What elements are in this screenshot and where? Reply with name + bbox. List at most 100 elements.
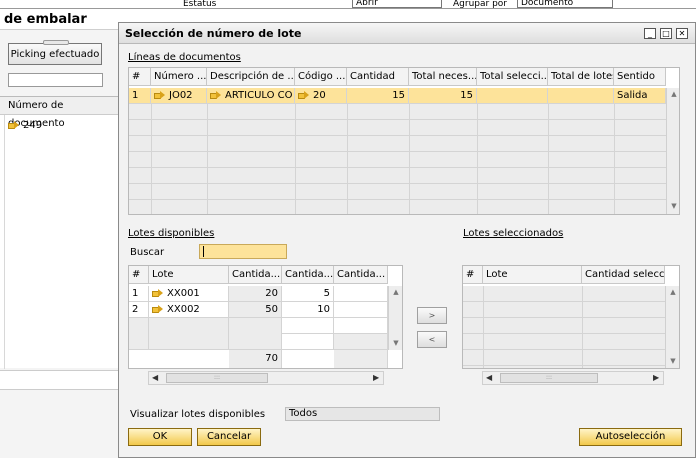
link-arrow-icon[interactable] [298, 91, 309, 99]
descripcion-value: ARTICULO CO [225, 90, 293, 101]
agrupar-select[interactable]: Documento [517, 0, 613, 8]
background-top-bar: Estatus Abrir Agrupar por Documento [0, 0, 696, 8]
scroll-up-icon[interactable]: ▲ [392, 288, 400, 296]
text-cursor [203, 246, 204, 257]
link-arrow-icon[interactable] [154, 91, 165, 99]
grid-divider [483, 286, 484, 368]
scroll-right-icon[interactable]: ▶ [653, 373, 659, 382]
grid-divider [151, 104, 152, 214]
minimize-icon[interactable]: _ [644, 28, 656, 39]
lote-value: XX001 [167, 288, 200, 299]
col-header-num[interactable]: # [129, 68, 151, 86]
scroll-thumb[interactable]: ::: [500, 373, 598, 383]
col-header-num[interactable]: # [463, 266, 483, 284]
vertical-scrollbar[interactable]: ▲ ▼ [388, 286, 402, 350]
scroll-up-icon[interactable]: ▲ [670, 90, 678, 98]
col-header-cantidad-3[interactable]: Cantida... [334, 266, 388, 284]
cell-cantidad-3 [334, 302, 388, 318]
numero-value: JO02 [169, 90, 193, 101]
col-header-total-seleccionado[interactable]: Total selecci... [477, 68, 548, 86]
link-arrow-icon[interactable] [8, 121, 19, 129]
agrupar-value: Documento [521, 0, 574, 8]
cell-cantidad-3 [334, 286, 388, 302]
scroll-down-icon[interactable]: ▼ [669, 357, 677, 365]
col-header-total-lotes[interactable]: Total de lotes [548, 68, 614, 86]
close-icon[interactable]: ✕ [676, 28, 688, 39]
empty-cell [229, 318, 282, 350]
scroll-right-icon[interactable]: ▶ [373, 373, 379, 382]
link-arrow-icon[interactable] [152, 305, 163, 313]
grid-divider [207, 104, 208, 214]
link-arrow-icon[interactable] [210, 91, 221, 99]
col-header-lote[interactable]: Lote [483, 266, 582, 284]
estatus-label: Estatus [183, 0, 217, 8]
grid-divider [4, 97, 5, 369]
col-header-descripcion[interactable]: Descripción de ... [207, 68, 295, 86]
table-row[interactable]: 249 [8, 119, 42, 133]
col-header-num[interactable]: # [129, 266, 149, 284]
cancel-button[interactable]: Cancelar [197, 428, 261, 446]
visualize-value: Todos [289, 408, 318, 419]
cell-descripcion: ARTICULO CO [207, 88, 295, 104]
col-header-codigo[interactable]: Código ... [295, 68, 347, 86]
scroll-left-icon[interactable]: ◀ [152, 373, 158, 382]
col-header-lote[interactable]: Lote [149, 266, 229, 284]
col-header-numero[interactable]: Número ... [151, 68, 207, 86]
scroll-up-icon[interactable]: ▲ [669, 288, 677, 296]
selected-batches-grid: # Lote Cantidad selecc... ▲ ▼ [462, 265, 680, 369]
picking-button-label: Picking efectuado [10, 49, 100, 60]
empty-cell [334, 334, 388, 350]
search-label: Buscar [130, 247, 165, 258]
cell-lote: XX001 [149, 286, 229, 302]
cell-cantidad-seleccionada[interactable]: 5 [282, 286, 334, 302]
dialog-title-bar[interactable]: Selección de número de lote _ □ ✕ [119, 23, 695, 44]
add-batch-button[interactable]: > [417, 307, 447, 324]
col-header-total-necesario[interactable]: Total neces... [409, 68, 477, 86]
vertical-scrollbar[interactable]: ▲ ▼ [665, 286, 679, 368]
cell-total-seleccionado [477, 88, 548, 104]
row-number: 1 [129, 286, 149, 302]
horizontal-scrollbar[interactable]: ◀ ::: ▶ [148, 371, 384, 385]
cell-cantidad-seleccionada[interactable]: 10 [282, 302, 334, 318]
background-bottom-bar [0, 370, 118, 390]
empty-cell [282, 318, 334, 334]
scroll-left-icon[interactable]: ◀ [486, 373, 492, 382]
empty-cell [334, 350, 388, 368]
remove-batch-button[interactable]: < [417, 331, 447, 348]
document-lines-grid: # Número ... Descripción de ... Código .… [128, 67, 680, 215]
dialog-title: Selección de número de lote [125, 27, 302, 40]
vertical-scrollbar[interactable]: ▲ ▼ [666, 88, 679, 214]
visualize-select[interactable]: Todos [285, 407, 440, 421]
grid-divider [582, 286, 583, 368]
col-header-cantidad[interactable]: Cantidad [347, 68, 409, 86]
selected-batches-label: Lotes seleccionados [463, 228, 564, 239]
autoselect-button[interactable]: Autoselección [579, 428, 682, 446]
background-title-text: de embalar [4, 12, 87, 27]
maximize-icon[interactable]: □ [660, 28, 672, 39]
background-input[interactable] [8, 73, 103, 87]
empty-cell [129, 318, 149, 350]
document-number-header[interactable]: Número de documento [0, 97, 118, 129]
picking-efectuado-button[interactable]: Picking efectuado [8, 40, 102, 65]
cell-lote: XX002 [149, 302, 229, 318]
cell-numero: JO02 [151, 88, 207, 104]
batch-selection-dialog: Selección de número de lote _ □ ✕ Líneas… [118, 22, 696, 458]
link-arrow-icon[interactable] [152, 289, 163, 297]
col-header-sentido[interactable]: Sentido [614, 68, 666, 86]
search-input[interactable] [199, 244, 287, 259]
estatus-select[interactable]: Abrir [352, 0, 442, 8]
ok-button[interactable]: OK [128, 428, 192, 446]
scroll-thumb[interactable]: ::: [166, 373, 268, 383]
col-header-cantidad-1[interactable]: Cantida... [229, 266, 282, 284]
empty-rows [129, 104, 666, 214]
empty-rows [463, 286, 665, 368]
scroll-down-icon[interactable]: ▼ [392, 339, 400, 347]
cell-total-necesario: 15 [409, 88, 477, 104]
codigo-value: 20 [313, 90, 326, 101]
col-header-cantidad-seleccionada[interactable]: Cantidad selecc... [582, 266, 665, 284]
horizontal-scrollbar[interactable]: ◀ ::: ▶ [482, 371, 664, 385]
lote-value: XX002 [167, 304, 200, 315]
cell-total-lotes [548, 88, 614, 104]
scroll-down-icon[interactable]: ▼ [670, 202, 678, 210]
col-header-cantidad-2[interactable]: Cantida... [282, 266, 334, 284]
